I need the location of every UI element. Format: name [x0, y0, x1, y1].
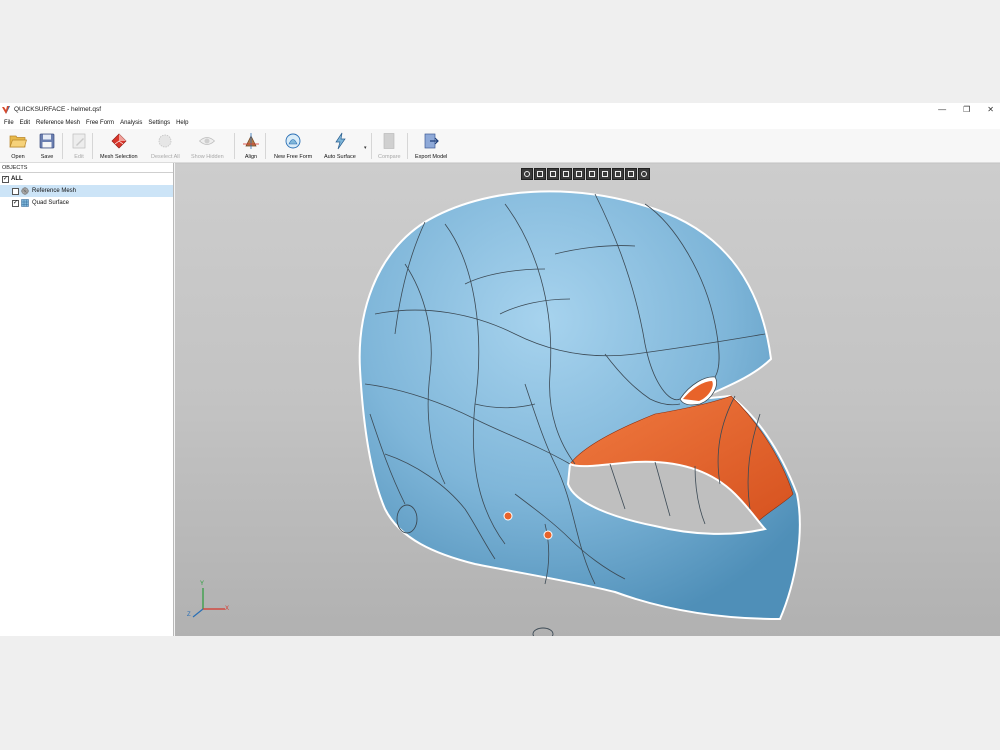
export-model-label: Export Model: [415, 154, 448, 160]
floppy-disk-icon: [39, 133, 55, 149]
mesh-selection-label: Mesh Selection: [100, 154, 138, 160]
folder-open-icon: [9, 135, 27, 148]
menu-bar: File Edit Reference Mesh Free Form Analy…: [0, 116, 1000, 129]
quicksurface-logo-icon: [2, 105, 10, 114]
compare-icon: [384, 133, 395, 149]
objects-panel-header: OBJECTS: [0, 163, 173, 173]
objects-panel: OBJECTS ✓ ALL Reference Mesh ✓ Quad Surf…: [0, 163, 174, 636]
menu-file[interactable]: File: [4, 120, 14, 126]
pencil-edit-icon: [72, 133, 86, 149]
view-section-icon[interactable]: [625, 168, 637, 180]
auto-surface-button[interactable]: Auto Surface: [324, 132, 356, 162]
view-right-icon[interactable]: [573, 168, 585, 180]
show-hidden-button[interactable]: Show Hidden: [191, 132, 224, 162]
minimize-button[interactable]: —: [938, 105, 946, 114]
auto-surface-label: Auto Surface: [324, 154, 356, 160]
tree-item-reference-mesh[interactable]: Reference Mesh: [0, 185, 173, 197]
view-left-icon[interactable]: [560, 168, 572, 180]
close-button[interactable]: ✕: [987, 105, 994, 114]
tree-item-quad-surface-label: Quad Surface: [32, 200, 70, 206]
axis-x-visible-label: X: [225, 606, 230, 612]
compare-button[interactable]: Compare: [378, 132, 401, 162]
save-label: Save: [40, 154, 54, 160]
toolbar-separator: [371, 133, 372, 159]
zoom-fit-icon[interactable]: [521, 168, 533, 180]
axis-z-visible-label: Z: [187, 612, 191, 618]
toolbar-separator: [62, 133, 63, 159]
menu-free-form[interactable]: Free Form: [86, 120, 114, 126]
window-controls: — ❐ ✕: [938, 103, 994, 116]
helmet-model[interactable]: [175, 164, 1000, 636]
menu-reference-mesh[interactable]: Reference Mesh: [36, 120, 80, 126]
view-back-icon[interactable]: [547, 168, 559, 180]
window-title: QUICKSURFACE - helmet.qsf: [14, 106, 102, 113]
quad-surface-icon: [21, 199, 29, 207]
new-free-form-label: New Free Form: [274, 154, 313, 160]
edit-button[interactable]: Edit: [70, 132, 88, 162]
save-button[interactable]: Save: [38, 132, 56, 162]
toolbar-separator: [407, 133, 408, 159]
new-free-form-button[interactable]: New Free Form: [274, 132, 312, 162]
deselect-all-label: Deselect All: [151, 154, 180, 160]
align-axes-icon: [243, 133, 259, 149]
deselect-all-icon: [158, 134, 172, 148]
view-toolbar: [521, 168, 650, 180]
toolbar-separator: [265, 133, 266, 159]
toolbar-separator: [92, 133, 93, 159]
mesh-selection-icon: [111, 133, 127, 149]
align-label: Align: [244, 154, 258, 160]
tree-item-quad-surface[interactable]: ✓ Quad Surface: [0, 197, 173, 209]
tree-item-reference-mesh-label: Reference Mesh: [32, 188, 77, 194]
all-checkbox[interactable]: ✓: [2, 175, 9, 183]
view-front-icon[interactable]: [534, 168, 546, 180]
export-model-button[interactable]: Export Model: [415, 132, 447, 162]
tree-item-all[interactable]: ✓ ALL: [0, 173, 173, 185]
show-hidden-label: Show Hidden: [191, 154, 224, 160]
open-button[interactable]: Open: [9, 132, 27, 162]
view-iso-icon[interactable]: [612, 168, 624, 180]
export-icon: [424, 133, 440, 149]
view-bottom-icon[interactable]: [599, 168, 611, 180]
menu-analysis[interactable]: Analysis: [120, 120, 142, 126]
mesh-selection-button[interactable]: Mesh Selection: [100, 132, 138, 162]
quicksurface-app: QUICKSURFACE - helmet.qsf — ❐ ✕ File Edi…: [0, 103, 1000, 636]
deselect-all-button[interactable]: Deselect All: [151, 132, 180, 162]
reference-mesh-checkbox[interactable]: [12, 187, 19, 195]
align-button[interactable]: Align: [242, 132, 260, 162]
tree-item-all-label: ALL: [11, 176, 23, 182]
compare-label: Compare: [378, 154, 401, 160]
maximize-button[interactable]: ❐: [963, 105, 970, 114]
lightning-auto-surface-icon: [335, 132, 346, 150]
toolbar-separator: [234, 133, 235, 159]
title-bar: QUICKSURFACE - helmet.qsf — ❐ ✕: [0, 103, 1000, 116]
free-form-icon: [285, 133, 301, 149]
open-label: Open: [11, 154, 25, 160]
edit-label: Edit: [74, 154, 84, 160]
mesh-icon: [21, 187, 29, 195]
main-toolbar: Open Save Edit Mesh Selection Deselect A…: [0, 129, 1000, 163]
eye-icon: [199, 137, 216, 145]
3d-viewport[interactable]: Y X Z Y X Z: [175, 163, 1000, 636]
axes-triad-visible: [192, 588, 225, 618]
auto-surface-dropdown-icon[interactable]: ▾: [364, 145, 367, 151]
menu-edit[interactable]: Edit: [20, 120, 30, 126]
quad-surface-checkbox[interactable]: ✓: [12, 199, 19, 207]
view-top-icon[interactable]: [586, 168, 598, 180]
menu-settings[interactable]: Settings: [148, 120, 170, 126]
menu-help[interactable]: Help: [176, 120, 188, 126]
axis-y-visible-label: Y: [200, 581, 205, 587]
view-axes-icon[interactable]: [638, 168, 650, 180]
